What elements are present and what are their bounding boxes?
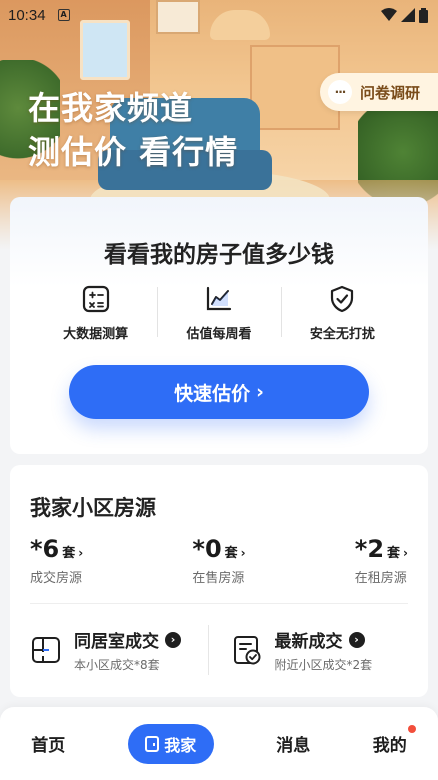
latest-deals-link[interactable]: 最新成交 › 附近小区成交*2套	[207, 625, 409, 675]
calculator-icon	[82, 285, 109, 313]
quick-estimate-label: 快速估价	[174, 382, 251, 405]
feature-label: 安全无打扰	[309, 327, 375, 342]
transaction-links: 同居室成交 › 本小区成交*8套 最新成交 › 附近小区成交*2套	[30, 625, 408, 675]
community-title: 我家小区房源	[30, 496, 156, 520]
stat-value: *6	[30, 535, 60, 563]
floorplan-icon	[32, 637, 60, 663]
chevron-right-icon: ›	[240, 546, 246, 560]
nav-messages[interactable]: 消息	[276, 731, 310, 756]
link-title: 最新成交	[274, 632, 343, 652]
link-subtitle: 本小区成交*8套	[74, 658, 160, 672]
check-document-icon	[233, 636, 260, 665]
hero-title-line1: 在我家频道	[28, 89, 194, 127]
nav-my-home[interactable]: 我家	[127, 723, 214, 764]
same-layout-deals-link[interactable]: 同居室成交 › 本小区成交*8套	[30, 625, 208, 675]
chevron-right-icon: ›	[256, 381, 264, 403]
feature-list: 大数据测算 估值每周看 安全无打扰	[34, 285, 404, 345]
stat-sold[interactable]: *6 套 › 成交房源	[30, 535, 83, 586]
nav-profile-label: 我的	[372, 736, 407, 756]
status-icons	[381, 7, 428, 23]
feature-label: 估值每周看	[186, 327, 252, 342]
status-bar: 10:34 A	[0, 0, 438, 30]
chevron-right-icon: ›	[78, 546, 84, 560]
stat-unit: 套	[62, 546, 76, 561]
nav-my-home-label: 我家	[164, 735, 197, 755]
link-title: 同居室成交	[74, 632, 159, 652]
quick-estimate-button[interactable]: 快速估价 ›	[69, 365, 369, 419]
valuation-card: 看看我的房子值多少钱 大数据测算 估值每周看 安全无打扰 快速估价 ›	[10, 197, 428, 454]
hero-title-line2: 测估价 看行情	[28, 133, 239, 171]
accessibility-a-icon: A	[57, 9, 70, 21]
nav-home[interactable]: 首页	[31, 731, 65, 756]
listing-stats: *6 套 › 成交房源 *0 套 › 在售房源 *2 套 › 在租房源	[30, 535, 408, 586]
arrow-circle-icon: ›	[348, 631, 365, 648]
more-dots-icon: ···	[328, 80, 352, 104]
trend-chart-icon	[206, 286, 232, 311]
feature-item-weekly: 估值每周看	[157, 285, 280, 345]
arrow-circle-icon: ›	[165, 631, 181, 648]
nav-profile[interactable]: 我的	[372, 725, 416, 756]
stat-unit: 套	[387, 546, 401, 561]
feature-label: 大数据测算	[63, 327, 129, 342]
signal-icon	[401, 8, 415, 22]
divider	[30, 603, 408, 604]
notification-dot	[407, 725, 416, 733]
feature-item-bigdata: 大数据测算	[34, 285, 157, 345]
bottom-navigation: 首页 我家 消息 我的	[0, 707, 438, 780]
stat-label: 在售房源	[192, 571, 245, 586]
survey-label: 问卷调研	[360, 83, 421, 102]
community-listings-card: 我家小区房源 *6 套 › 成交房源 *0 套 › 在售房源 *2 套 › 在租…	[10, 465, 428, 697]
feature-item-secure: 安全无打扰	[280, 285, 404, 345]
status-time: 10:34	[8, 6, 46, 24]
stat-for-rent[interactable]: *2 套 › 在租房源	[355, 535, 408, 586]
wifi-icon	[381, 8, 397, 21]
stat-value: *2	[354, 535, 385, 563]
valuation-heading: 看看我的房子值多少钱	[104, 242, 334, 268]
stat-label: 在租房源	[354, 571, 407, 586]
chevron-right-icon: ›	[403, 546, 408, 560]
hero-title: 在我家频道 测估价 看行情	[28, 86, 238, 174]
survey-button[interactable]: ··· 问卷调研	[320, 73, 438, 111]
stat-unit: 套	[224, 546, 238, 561]
stat-label: 成交房源	[30, 571, 83, 586]
link-subtitle: 附近小区成交*2套	[274, 658, 373, 672]
battery-icon	[419, 7, 428, 23]
door-icon	[145, 735, 160, 752]
stat-on-sale[interactable]: *0 套 › 在售房源	[192, 535, 245, 586]
shield-check-icon	[331, 285, 354, 313]
stat-value: *0	[192, 535, 222, 563]
